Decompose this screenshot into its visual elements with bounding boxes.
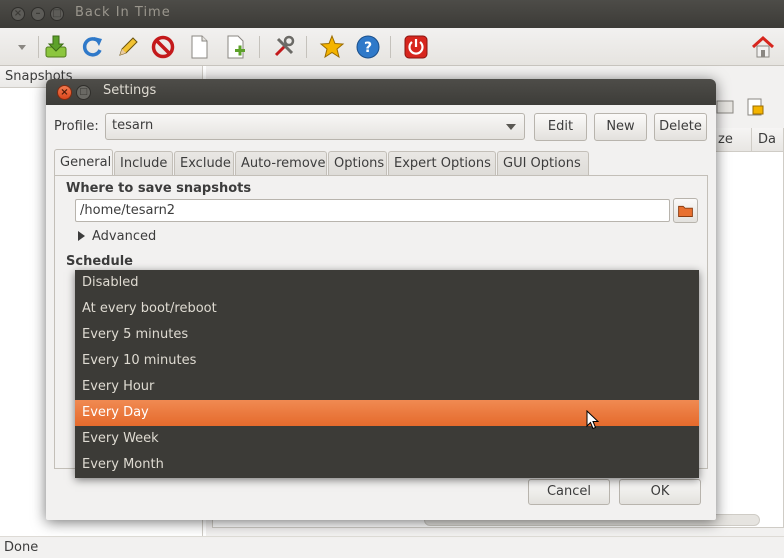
- toolbar-separator: [259, 36, 260, 58]
- main-toolbar: ?: [0, 28, 784, 66]
- help-icon[interactable]: ?: [354, 33, 382, 61]
- shutdown-icon[interactable]: [402, 33, 430, 61]
- schedule-option-boot[interactable]: At every boot/reboot: [75, 296, 699, 322]
- window-minimize-icon[interactable]: –: [31, 7, 45, 21]
- new-profile-button[interactable]: New: [594, 113, 647, 141]
- schedule-dropdown: Disabled At every boot/reboot Every 5 mi…: [75, 270, 699, 478]
- edit-profile-button[interactable]: Edit: [534, 113, 587, 141]
- schedule-option-disabled[interactable]: Disabled: [75, 270, 699, 296]
- schedule-option-week[interactable]: Every Week: [75, 426, 699, 452]
- delete-profile-button[interactable]: Delete: [654, 113, 707, 141]
- tab-exclude[interactable]: Exclude: [174, 151, 234, 176]
- settings-icon[interactable]: [270, 33, 298, 61]
- tab-include[interactable]: Include: [114, 151, 173, 176]
- advanced-expander[interactable]: Advanced: [92, 229, 156, 244]
- toolbar-separator: [390, 36, 391, 58]
- where-to-save-heading: Where to save snapshots: [66, 181, 252, 196]
- snapshot-path-field[interactable]: /home/tesarn2: [75, 199, 670, 222]
- schedule-heading: Schedule: [66, 254, 133, 269]
- new-file-icon[interactable]: [185, 33, 213, 61]
- status-text: Done: [4, 540, 39, 555]
- schedule-option-day[interactable]: Every Day: [75, 400, 699, 426]
- window-title: Back In Time: [75, 5, 171, 20]
- schedule-option-month[interactable]: Every Month: [75, 452, 699, 478]
- tab-gui-options[interactable]: GUI Options: [497, 151, 589, 176]
- dialog-close-icon[interactable]: ×: [57, 85, 72, 100]
- tab-auto-remove[interactable]: Auto-remove: [235, 151, 327, 176]
- add-file-icon[interactable]: [222, 33, 250, 61]
- edit-icon[interactable]: [114, 33, 142, 61]
- schedule-option-hour[interactable]: Every Hour: [75, 374, 699, 400]
- column-size-header[interactable]: ze: [712, 128, 752, 152]
- snapshot-menu-button[interactable]: [8, 33, 38, 61]
- open-folder-icon[interactable]: [744, 96, 766, 118]
- profile-select[interactable]: tesarn: [105, 113, 525, 140]
- toolbar-separator: [38, 36, 39, 58]
- dialog-maximize-icon[interactable]: □: [76, 85, 91, 100]
- star-icon[interactable]: [318, 33, 346, 61]
- tab-expert-options[interactable]: Expert Options: [388, 151, 496, 176]
- status-bar: Done: [0, 536, 784, 558]
- schedule-option-5-minutes[interactable]: Every 5 minutes: [75, 322, 699, 348]
- take-snapshot-icon[interactable]: [42, 33, 70, 61]
- profile-value: tesarn: [112, 118, 154, 133]
- main-titlebar: × – □ Back In Time: [0, 0, 784, 28]
- folder-icon: [678, 205, 693, 217]
- home-icon[interactable]: [749, 33, 777, 61]
- column-date-header[interactable]: Da: [752, 128, 784, 152]
- expander-arrow-icon[interactable]: [78, 231, 85, 241]
- profile-label: Profile:: [54, 119, 99, 134]
- folder-view-icon[interactable]: [714, 96, 736, 118]
- window-maximize-icon[interactable]: □: [50, 7, 64, 21]
- dialog-titlebar: × □ Settings: [46, 79, 716, 105]
- tab-general[interactable]: General: [54, 149, 113, 177]
- dialog-title: Settings: [103, 83, 157, 98]
- toolbar-separator: [306, 36, 307, 58]
- svg-text:?: ?: [364, 40, 372, 56]
- chevron-down-icon: [506, 124, 516, 130]
- browse-folder-button[interactable]: [673, 198, 698, 223]
- stop-icon[interactable]: [149, 33, 177, 61]
- mouse-pointer-icon: [586, 409, 600, 434]
- tab-options[interactable]: Options: [328, 151, 387, 176]
- ok-button[interactable]: OK: [619, 479, 701, 505]
- refresh-icon[interactable]: [78, 33, 106, 61]
- cancel-button[interactable]: Cancel: [528, 479, 610, 505]
- window-close-icon[interactable]: ×: [11, 7, 25, 21]
- schedule-option-10-minutes[interactable]: Every 10 minutes: [75, 348, 699, 374]
